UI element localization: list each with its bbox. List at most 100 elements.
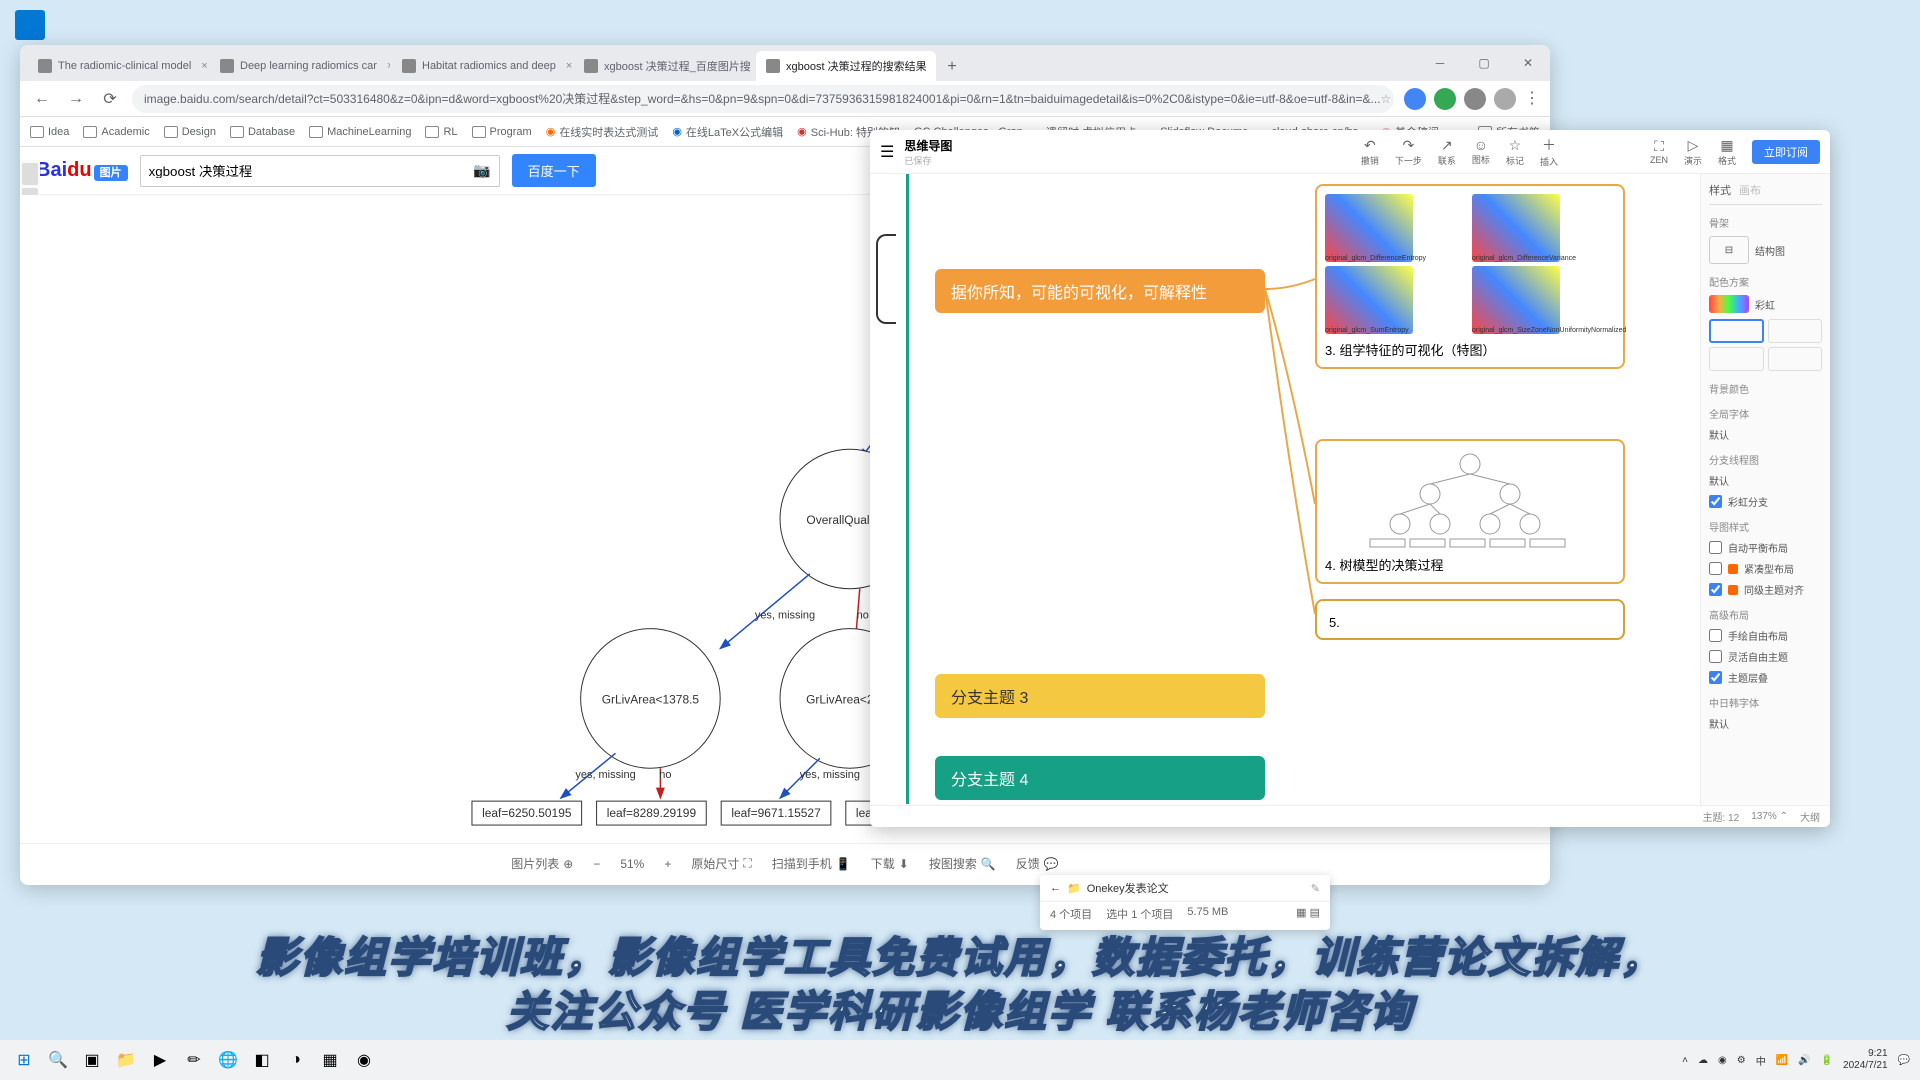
close-window-icon[interactable]: ✕ <box>1506 45 1550 81</box>
outline-toggle[interactable]: 大纲 <box>1800 809 1820 824</box>
mindmap-canvas[interactable]: 据你所知，可能的可视化，可解释性 original_glcm_Differenc… <box>870 174 1700 805</box>
tab-style[interactable]: 样式 <box>1709 182 1731 198</box>
present-button[interactable]: ▷演示 <box>1684 137 1702 167</box>
bookmark[interactable]: MachineLearning <box>309 126 411 138</box>
branch-select[interactable]: 默认 <box>1709 473 1822 488</box>
view-icon[interactable]: ▦ ▤ <box>1296 906 1320 922</box>
rainbow-theme[interactable]: 彩虹 <box>1709 295 1822 313</box>
baidu-logo[interactable]: Baidu图片 <box>36 159 128 182</box>
scheme[interactable] <box>1768 347 1823 371</box>
maximize-icon[interactable]: ▢ <box>1462 45 1506 81</box>
notif-icon[interactable]: 💬 <box>1898 1055 1910 1066</box>
menu-icon[interactable]: ⋮ <box>1524 88 1540 110</box>
bookmark[interactable]: RL <box>425 126 457 138</box>
bookmark[interactable]: Academic <box>83 126 149 138</box>
forward-icon[interactable]: → <box>64 87 88 111</box>
url-field[interactable]: image.baidu.com/search/detail?ct=5033164… <box>132 85 1394 113</box>
rainbow-branch-check[interactable] <box>1709 495 1722 508</box>
ext-icon[interactable] <box>1464 88 1486 110</box>
bookmark[interactable]: Database <box>230 126 295 138</box>
bookmark[interactable]: Program <box>472 126 532 138</box>
app-icon[interactable]: ◑ <box>282 1046 310 1074</box>
ime-icon[interactable]: 中 <box>1756 1053 1766 1068</box>
search-by-img[interactable]: 按图搜索 🔍 <box>929 855 996 872</box>
search-button[interactable]: 百度一下 <box>512 154 596 187</box>
icon-button[interactable]: ☺图标 <box>1472 137 1490 166</box>
up-icon[interactable]: ← <box>1050 882 1061 894</box>
tray-chevron-icon[interactable]: ˄ <box>1682 1055 1688 1066</box>
cjk-select[interactable]: 默认 <box>1709 716 1822 731</box>
app-icon[interactable]: ◧ <box>248 1046 276 1074</box>
bookmark[interactable]: Idea <box>30 126 69 138</box>
app-icon[interactable]: ▦ <box>316 1046 344 1074</box>
tab-canvas[interactable]: 画布 <box>1739 182 1761 198</box>
tab-4[interactable]: xgboost 决策过程的搜索结果× <box>756 51 936 81</box>
folder-name[interactable]: Onekey发表论文 <box>1087 880 1169 896</box>
tab-1[interactable]: Deep learning radiomics car× <box>210 51 390 81</box>
orig-size[interactable]: 原始尺寸 ⛶ <box>691 855 751 872</box>
mm-node-teal[interactable]: 分支主题 4 <box>935 756 1265 800</box>
wifi-icon[interactable]: 📶 <box>1776 1055 1788 1066</box>
zoom-display[interactable]: 137% ⌃ <box>1751 811 1788 822</box>
menu-icon[interactable]: ☰ <box>880 142 894 162</box>
zoom-out[interactable]: − <box>593 857 600 871</box>
ext-icon[interactable] <box>1434 88 1456 110</box>
tray-icon[interactable]: ◉ <box>1718 1055 1727 1066</box>
upgrade-button[interactable]: 立即订阅 <box>1752 140 1820 164</box>
mm-card-4[interactable]: 4. 树模型的决策过程 <box>1315 439 1625 584</box>
hand-check[interactable] <box>1709 629 1722 642</box>
explorer-window[interactable]: ←📁Onekey发表论文✎ 4 个项目选中 1 个项目5.75 MB▦ ▤ <box>1040 875 1330 930</box>
close-icon[interactable]: × <box>387 60 390 72</box>
profile-icon[interactable] <box>1494 88 1516 110</box>
insert-button[interactable]: ＋插入 <box>1540 135 1558 168</box>
undo-button[interactable]: ↶撤销 <box>1361 137 1379 167</box>
taskview-icon[interactable]: ▣ <box>78 1046 106 1074</box>
relation-button[interactable]: ↗联系 <box>1438 137 1456 167</box>
compact-check[interactable] <box>1709 562 1722 575</box>
bookmark[interactable]: ◉在线实时表达式测试 <box>546 124 659 140</box>
zoom-in[interactable]: + <box>664 857 671 871</box>
explorer-icon[interactable]: 📁 <box>112 1046 140 1074</box>
scheme[interactable] <box>1709 319 1764 343</box>
font-select[interactable]: 默认 <box>1709 427 1822 442</box>
clock[interactable]: 9:21 2024/7/21 <box>1843 1048 1888 1072</box>
tag-button[interactable]: ☆标记 <box>1506 137 1524 167</box>
app-icon[interactable]: ▶ <box>146 1046 174 1074</box>
themebg-check[interactable] <box>1709 671 1722 684</box>
app-icon[interactable]: ✏ <box>180 1046 208 1074</box>
search-input[interactable] <box>149 163 474 178</box>
app-icon[interactable]: ◉ <box>350 1046 378 1074</box>
zen-button[interactable]: ⛶ZEN <box>1650 138 1668 165</box>
minimize-icon[interactable]: ─ <box>1418 45 1462 81</box>
tab-0[interactable]: The radiomic-clinical model× <box>28 51 208 81</box>
back-icon[interactable]: ← <box>30 87 54 111</box>
start-button[interactable]: ⊞ <box>10 1046 38 1074</box>
tray-icon[interactable]: ☁ <box>1698 1055 1708 1066</box>
feedback[interactable]: 反馈 💬 <box>1016 855 1059 872</box>
battery-icon[interactable]: 🔋 <box>1821 1055 1833 1066</box>
close-icon[interactable]: × <box>201 60 207 72</box>
mm-card-3[interactable]: original_glcm_DifferenceEntropy original… <box>1315 184 1625 369</box>
close-icon[interactable]: × <box>566 60 572 72</box>
camera-icon[interactable]: 📷 <box>473 162 490 179</box>
structure-select[interactable]: ⊟ 结构图 <box>1709 236 1822 264</box>
ext-icon[interactable] <box>1404 88 1426 110</box>
tab-2[interactable]: Habitat radiomics and deep× <box>392 51 572 81</box>
autobalance-check[interactable] <box>1709 541 1722 554</box>
bookmark[interactable]: Design <box>164 126 216 138</box>
format-button[interactable]: ▦格式 <box>1718 137 1736 167</box>
reload-icon[interactable]: ⟳ <box>98 87 122 111</box>
mm-node-orange[interactable]: 据你所知，可能的可视化，可解释性 <box>935 269 1265 313</box>
footer-list[interactable]: 图片列表 ⊕ <box>511 855 573 872</box>
mm-node-yellow[interactable]: 分支主题 3 <box>935 674 1265 718</box>
bookmark[interactable]: ◉在线LaTeX公式编辑 <box>672 124 783 140</box>
scheme[interactable] <box>1768 319 1823 343</box>
redo-button[interactable]: ↷下一步 <box>1395 137 1422 167</box>
search-icon[interactable]: 🔍 <box>44 1046 72 1074</box>
volume-icon[interactable]: 🔊 <box>1798 1055 1810 1066</box>
tray-icon[interactable]: ⚙ <box>1737 1055 1746 1066</box>
pin-icon[interactable]: ✎ <box>1311 882 1320 895</box>
tab-3[interactable]: xgboost 决策过程_百度图片搜× <box>574 51 754 81</box>
chrome-icon[interactable]: 🌐 <box>214 1046 242 1074</box>
desktop-recycle-icon[interactable] <box>10 10 50 40</box>
